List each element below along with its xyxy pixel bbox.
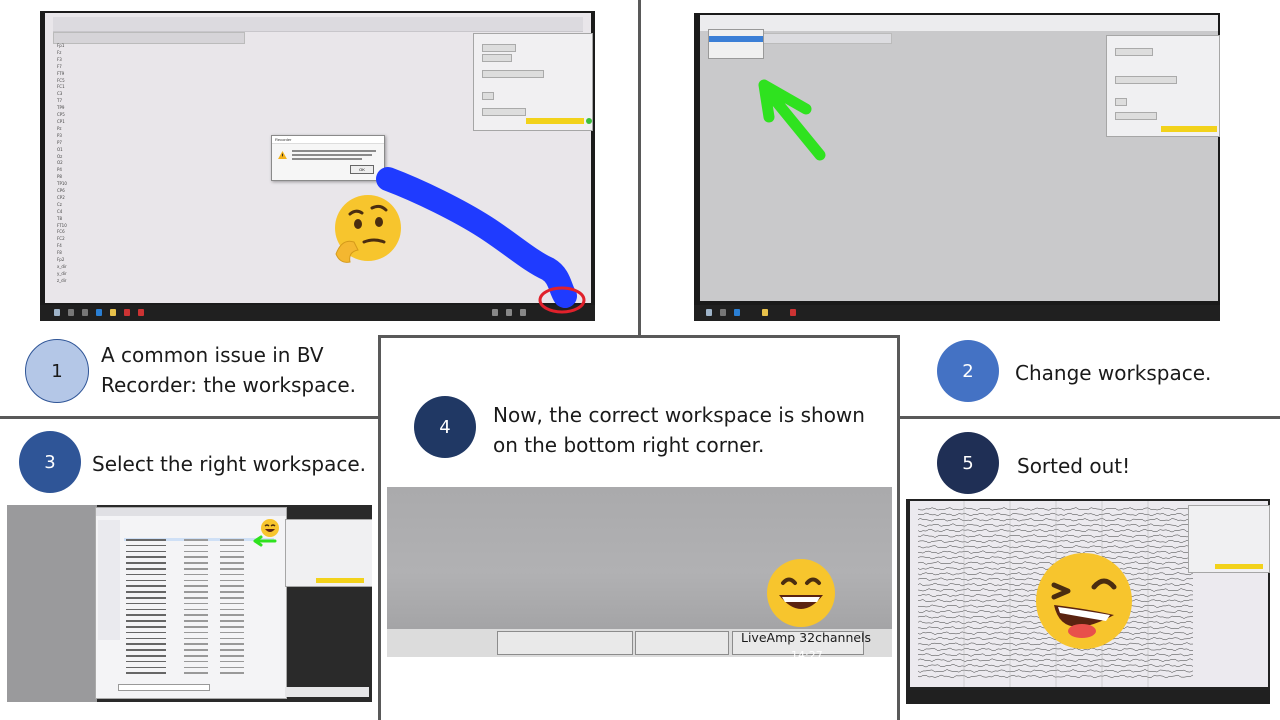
status-yellow-field xyxy=(316,578,364,583)
step-badge-5: 5 xyxy=(937,432,999,494)
photo-status-bar-closeup: LiveAmp 32channels 14:27 xyxy=(387,487,892,657)
divider-horizontal-left xyxy=(0,416,380,419)
eeg-trace xyxy=(918,539,1194,544)
step-badge-1: 1 xyxy=(25,339,89,403)
file-row[interactable] xyxy=(124,648,264,651)
file-row[interactable] xyxy=(124,619,264,622)
file-row[interactable] xyxy=(124,608,264,611)
file-row[interactable] xyxy=(124,573,264,576)
caption-4: Now, the correct workspace is shown on t… xyxy=(493,400,865,460)
thinking-face-emoji xyxy=(335,195,401,263)
eeg-trace xyxy=(918,653,1194,657)
green-arrow-annotation xyxy=(253,535,277,547)
step-badge-2: 2 xyxy=(937,340,999,402)
blue-scribble-annotation xyxy=(376,167,586,314)
step-number: 4 xyxy=(439,416,451,438)
step-number: 2 xyxy=(962,360,974,382)
file-row[interactable] xyxy=(124,561,264,564)
photo-change-workspace xyxy=(694,13,1220,321)
file-row[interactable] xyxy=(124,555,264,558)
status-cell xyxy=(635,631,729,655)
divider-center-top xyxy=(378,335,900,338)
file-row[interactable] xyxy=(124,579,264,582)
file-row[interactable] xyxy=(124,654,274,657)
file-row[interactable] xyxy=(124,596,274,599)
file-row[interactable] xyxy=(124,538,274,541)
file-row[interactable] xyxy=(124,584,264,587)
file-row[interactable] xyxy=(124,613,264,616)
workspace-name-label: LiveAmp 32channels xyxy=(741,630,872,645)
settings-panel xyxy=(285,519,372,587)
divider-horizontal-right xyxy=(898,416,1280,419)
step-number: 5 xyxy=(962,452,974,474)
file-row[interactable] xyxy=(124,660,264,663)
step-number: 3 xyxy=(44,451,56,473)
eeg-trace xyxy=(918,663,1194,668)
step-badge-3: 3 xyxy=(19,431,81,493)
file-row[interactable] xyxy=(124,544,264,547)
file-row[interactable] xyxy=(124,590,264,593)
divider-vertical-top xyxy=(638,0,641,335)
file-row[interactable] xyxy=(124,671,264,674)
green-arrow-annotation xyxy=(758,79,826,161)
windows-taskbar xyxy=(906,690,1270,704)
eeg-trace xyxy=(918,658,1194,662)
file-row[interactable] xyxy=(124,631,264,634)
caption-line: Now, the correct workspace is shown xyxy=(493,403,865,427)
file-row[interactable] xyxy=(124,642,264,645)
file-row[interactable] xyxy=(124,602,264,605)
file-row[interactable] xyxy=(124,550,264,553)
photo-eeg-recording xyxy=(906,499,1270,704)
eeg-trace xyxy=(918,534,1194,538)
eeg-trace xyxy=(918,545,1194,549)
eeg-trace xyxy=(918,528,1194,533)
caption-5: Sorted out! xyxy=(1017,454,1131,478)
clock-partial: 14:27 xyxy=(791,649,823,657)
status-yellow-field xyxy=(1215,564,1263,569)
photo-bv-recorder-issue: Fp1 Fz F3 F7 FT9 FC5 FC1 C3 T7 TP9 CP5 CP1 Pz P3 P7 O1 O… xyxy=(40,11,595,321)
file-row[interactable] xyxy=(124,567,274,570)
status-cell xyxy=(497,631,633,655)
eeg-trace xyxy=(918,512,1194,517)
eeg-trace xyxy=(918,507,1194,511)
eeg-trace xyxy=(918,674,1194,679)
photo-select-workspace xyxy=(7,505,372,702)
laughing-wink-face-emoji xyxy=(1036,553,1132,649)
divider-center-left xyxy=(378,335,381,720)
eeg-trace xyxy=(918,523,1194,527)
file-row[interactable] xyxy=(124,637,264,640)
eeg-trace xyxy=(918,669,1194,673)
file-row[interactable] xyxy=(124,625,274,628)
grinning-face-emoji xyxy=(767,559,835,627)
settings-panel xyxy=(1188,505,1270,573)
caption-line: on the bottom right corner. xyxy=(493,433,765,457)
divider-center-right xyxy=(897,335,900,720)
caption-line: Recorder: the workspace. xyxy=(101,373,356,397)
step-number: 1 xyxy=(51,360,63,382)
file-row[interactable] xyxy=(124,666,264,669)
caption-line: A common issue in BV xyxy=(101,343,324,367)
step-badge-4: 4 xyxy=(414,396,476,458)
caption-1: A common issue in BV Recorder: the works… xyxy=(101,340,356,400)
eeg-trace xyxy=(918,518,1194,522)
caption-2: Change workspace. xyxy=(1015,361,1212,385)
caption-3: Select the right workspace. xyxy=(92,452,367,476)
